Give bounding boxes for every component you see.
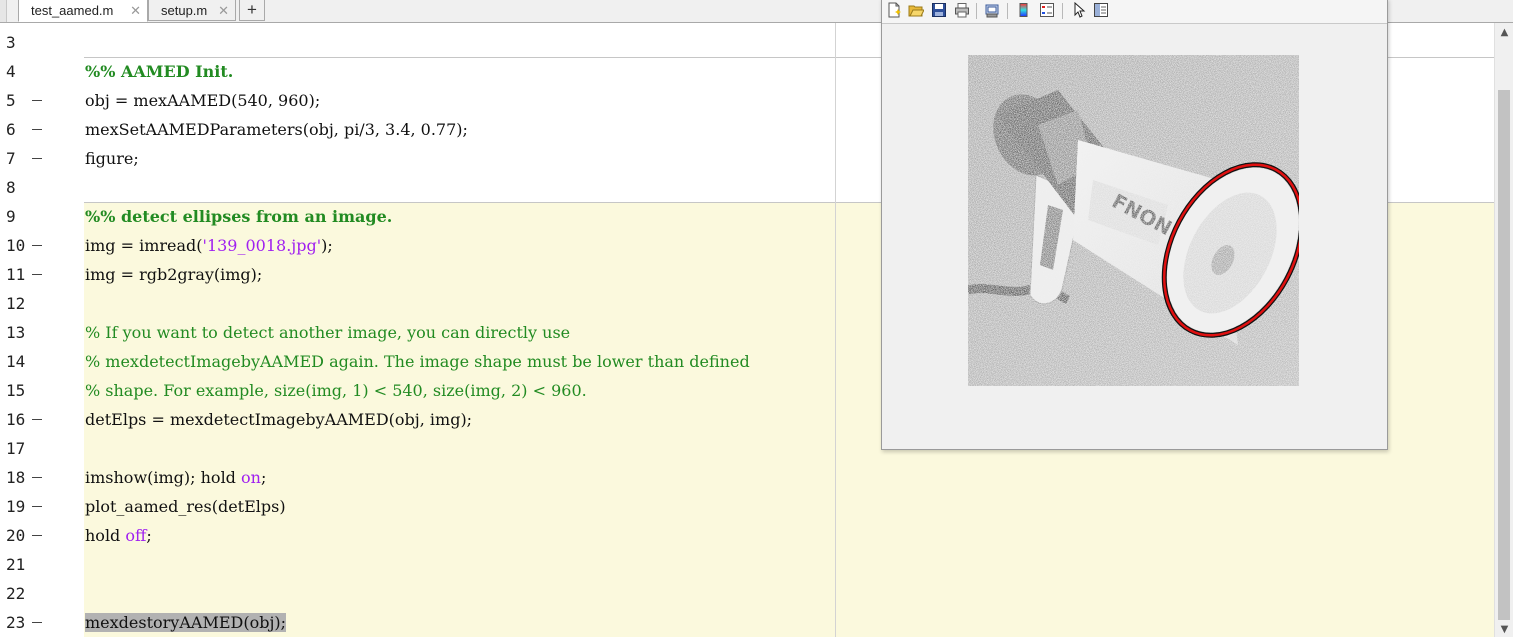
code-token: hold bbox=[85, 526, 126, 545]
breakpoint-marker[interactable] bbox=[32, 506, 42, 507]
line-number: 8 bbox=[6, 178, 16, 197]
code-line[interactable]: 19 plot_aamed_res(detElps) bbox=[0, 492, 1494, 521]
code-token: obj = mexAAMED(540, 960); bbox=[85, 91, 321, 110]
tab-setup[interactable]: setup.m ✕ bbox=[148, 0, 236, 21]
breakpoint-marker[interactable] bbox=[32, 477, 42, 478]
tab-test-aamed[interactable]: test_aamed.m ✕ bbox=[18, 0, 148, 22]
line-number: 14 bbox=[6, 352, 26, 371]
legend-icon[interactable] bbox=[1039, 2, 1055, 18]
save-icon[interactable] bbox=[931, 2, 947, 18]
code-line[interactable]: 22 bbox=[0, 579, 1494, 608]
breakpoint-marker[interactable] bbox=[32, 100, 42, 101]
code-text[interactable]: mexSetAAMEDParameters(obj, pi/3, 3.4, 0.… bbox=[85, 115, 468, 144]
scroll-up-icon[interactable]: ▲ bbox=[1495, 27, 1513, 38]
code-token: ; bbox=[146, 526, 152, 545]
string-literal: '139_0018.jpg' bbox=[202, 236, 322, 255]
scroll-down-icon[interactable]: ▼ bbox=[1495, 624, 1513, 635]
tab-bar-left-edge bbox=[0, 0, 7, 22]
line-number: 3 bbox=[6, 33, 16, 52]
code-token: img = rgb2gray(img); bbox=[85, 265, 263, 284]
code-text[interactable]: mexdestoryAAMED(obj); bbox=[85, 608, 287, 637]
code-text[interactable]: obj = mexAAMED(540, 960); bbox=[85, 86, 320, 115]
line-number: 22 bbox=[6, 584, 26, 603]
keyword: off bbox=[125, 526, 147, 545]
comment-text: % mexdetectImagebyAAMED again. The image… bbox=[85, 352, 750, 371]
print-icon[interactable] bbox=[954, 2, 970, 18]
scrollbar-thumb[interactable] bbox=[1498, 90, 1510, 620]
code-token: figure; bbox=[85, 149, 139, 168]
line-number: 12 bbox=[6, 294, 26, 313]
print-preview-icon[interactable] bbox=[984, 2, 1000, 18]
code-token: detElps = mexdetectImagebyAAMED(obj, img… bbox=[85, 410, 473, 429]
code-line[interactable]: 18 imshow(img); hold on; bbox=[0, 463, 1494, 492]
code-token: ); bbox=[321, 236, 333, 255]
open-file-icon[interactable] bbox=[908, 2, 924, 18]
code-line[interactable]: 20 hold off; bbox=[0, 521, 1494, 550]
section-title: %% detect ellipses from an image. bbox=[85, 207, 393, 226]
breakpoint-marker[interactable] bbox=[32, 419, 42, 420]
code-text[interactable]: % shape. For example, size(img, 1) < 540… bbox=[85, 376, 587, 405]
figure-axes-image[interactable]: FNON bbox=[968, 55, 1299, 386]
code-text[interactable]: %% detect ellipses from an image. bbox=[85, 202, 392, 231]
code-text[interactable]: detElps = mexdetectImagebyAAMED(obj, img… bbox=[85, 405, 472, 434]
line-number: 15 bbox=[6, 381, 26, 400]
breakpoint-marker[interactable] bbox=[32, 158, 42, 159]
tab-label: setup.m bbox=[161, 3, 208, 18]
close-icon[interactable]: ✕ bbox=[130, 0, 141, 21]
code-text[interactable]: plot_aamed_res(detElps) bbox=[85, 492, 286, 521]
comment-text: % If you want to detect another image, y… bbox=[85, 323, 571, 342]
new-figure-icon[interactable] bbox=[886, 2, 902, 18]
breakpoint-marker[interactable] bbox=[32, 274, 42, 275]
property-editor-icon[interactable] bbox=[1093, 2, 1109, 18]
code-text[interactable]: img = imread('139_0018.jpg'); bbox=[85, 231, 333, 260]
line-number: 4 bbox=[6, 62, 16, 81]
code-text[interactable]: %% AAMED Init. bbox=[85, 57, 233, 86]
code-token: mexSetAAMEDParameters(obj, pi/3, 3.4, 0.… bbox=[85, 120, 468, 139]
figure-toolbar bbox=[882, 0, 1387, 24]
code-token: imshow(img); hold bbox=[85, 468, 242, 487]
breakpoint-marker[interactable] bbox=[32, 245, 42, 246]
selected-text: mexdestoryAAMED(obj); bbox=[85, 613, 287, 632]
tab-label: test_aamed.m bbox=[31, 3, 114, 18]
figure-window[interactable]: FNON bbox=[881, 0, 1388, 450]
code-text[interactable]: % mexdetectImagebyAAMED again. The image… bbox=[85, 347, 750, 376]
toolbar-separator bbox=[1007, 3, 1008, 19]
breakpoint-marker[interactable] bbox=[32, 535, 42, 536]
new-tab-button[interactable]: + bbox=[239, 0, 265, 21]
toolbar-separator bbox=[1062, 3, 1063, 19]
code-text[interactable]: hold off; bbox=[85, 521, 152, 550]
breakpoint-marker[interactable] bbox=[32, 129, 42, 130]
section-title: %% AAMED Init. bbox=[85, 62, 234, 81]
close-icon[interactable]: ✕ bbox=[218, 0, 229, 21]
code-text[interactable]: imshow(img); hold on; bbox=[85, 463, 266, 492]
code-text[interactable]: img = rgb2gray(img); bbox=[85, 260, 262, 289]
line-number: 13 bbox=[6, 323, 26, 342]
line-number: 17 bbox=[6, 439, 26, 458]
code-token: img = imread( bbox=[85, 236, 203, 255]
code-token: ; bbox=[260, 468, 267, 487]
code-text[interactable]: figure; bbox=[85, 144, 139, 173]
keyword: on bbox=[241, 468, 261, 487]
code-token: plot_aamed_res(detElps) bbox=[85, 497, 286, 516]
code-text[interactable]: % If you want to detect another image, y… bbox=[85, 318, 570, 347]
colorbar-icon[interactable] bbox=[1016, 2, 1032, 18]
toolbar-separator bbox=[976, 3, 977, 19]
line-number: 9 bbox=[6, 207, 16, 226]
pointer-icon[interactable] bbox=[1071, 2, 1087, 18]
breakpoint-marker[interactable] bbox=[32, 622, 42, 623]
code-line[interactable]: 21 bbox=[0, 550, 1494, 579]
code-line[interactable]: 23 mexdestoryAAMED(obj); bbox=[0, 608, 1494, 637]
vertical-scrollbar[interactable]: ▲ ▼ bbox=[1494, 23, 1513, 637]
comment-text: % shape. For example, size(img, 1) < 540… bbox=[85, 381, 587, 400]
line-number: 21 bbox=[6, 555, 26, 574]
